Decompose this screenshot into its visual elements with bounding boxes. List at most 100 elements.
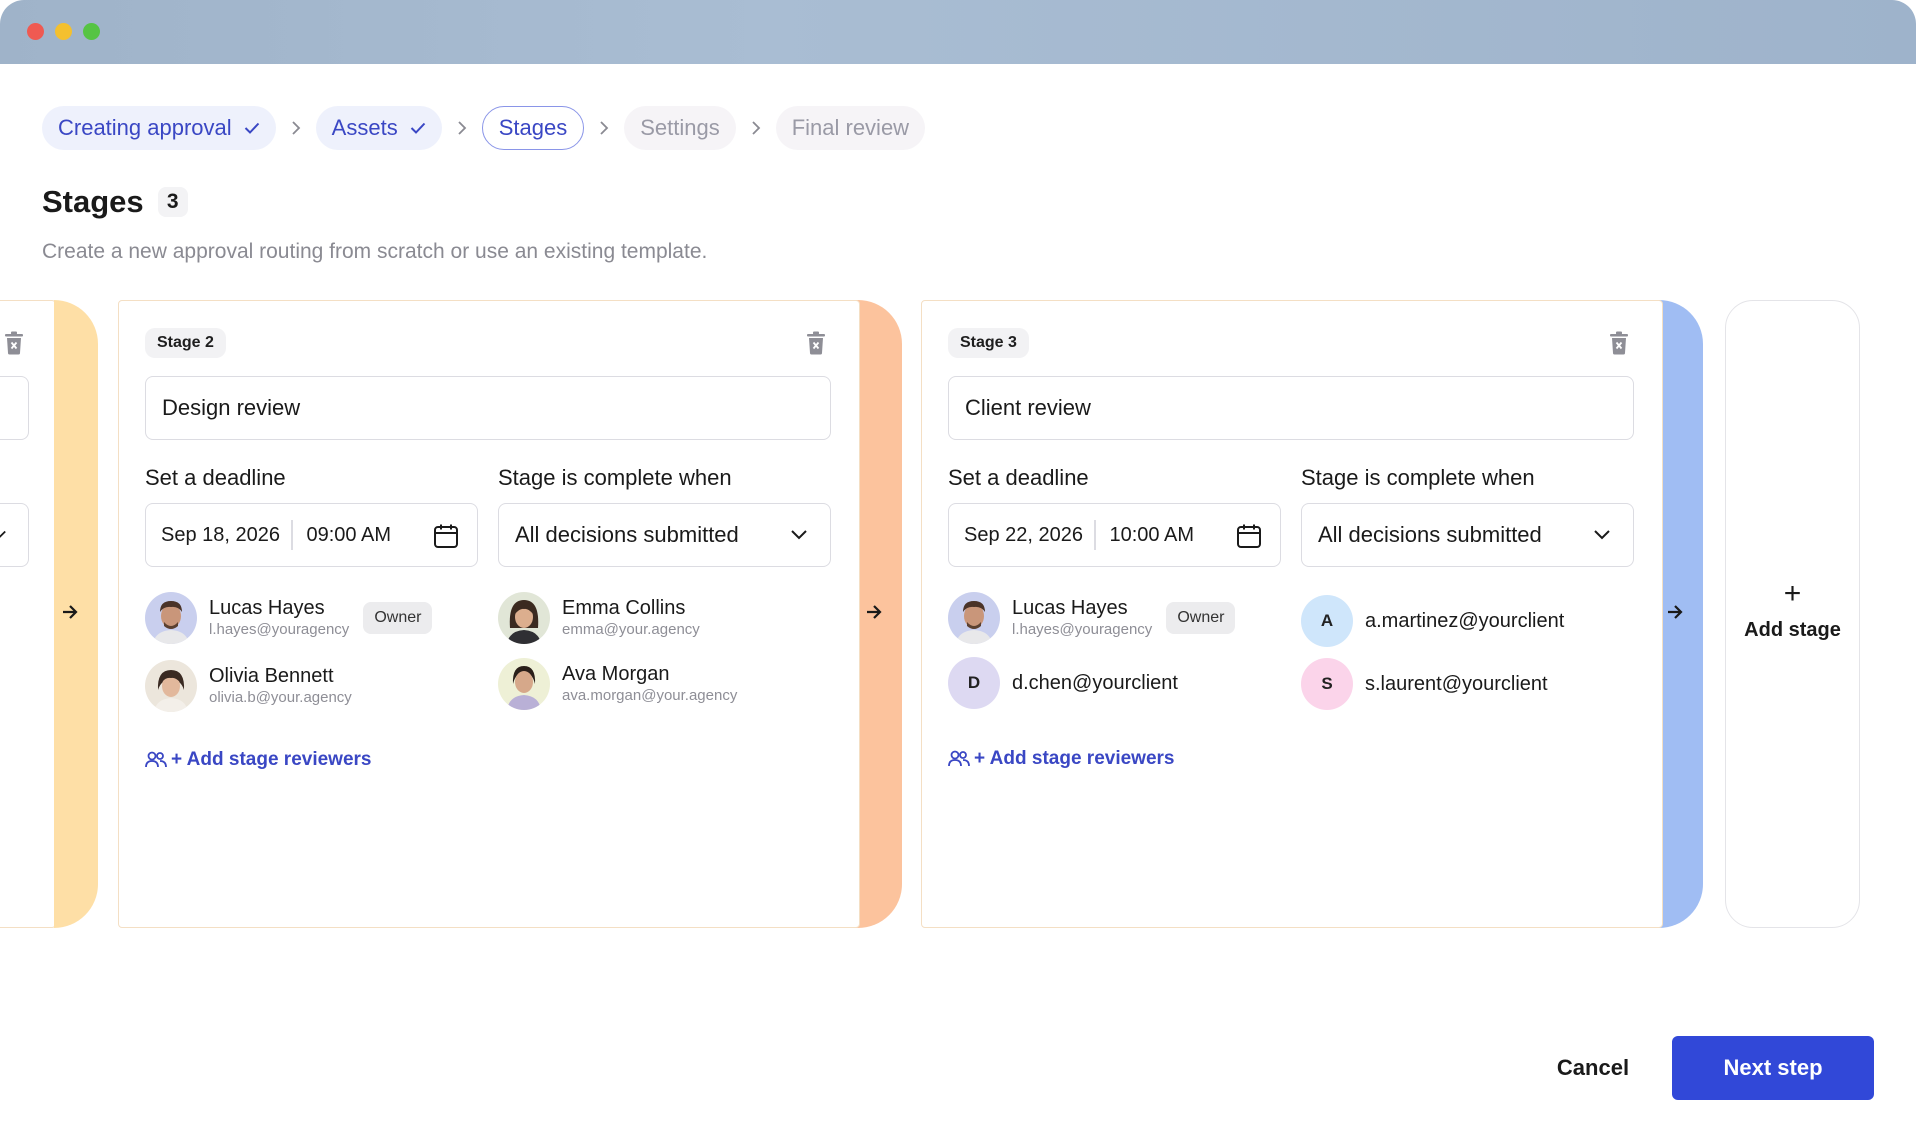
chevron-down-icon bbox=[1594, 530, 1610, 540]
users-icon bbox=[948, 750, 970, 767]
breadcrumb-step-label: Final review bbox=[791, 115, 910, 140]
trash-icon[interactable] bbox=[3, 331, 25, 355]
add-stage-reviewers-label: + Add stage reviewers bbox=[974, 748, 1175, 769]
reviewer-item[interactable]: Lucas Hayes l.hayes@youragency Owner bbox=[145, 592, 433, 644]
avatar bbox=[498, 658, 550, 710]
chevron-down-icon bbox=[791, 530, 807, 540]
breadcrumb-step-final-review[interactable]: Final review bbox=[775, 106, 926, 150]
reviewer-info: Emma Collins emma@your.agency bbox=[562, 596, 700, 640]
add-stage-button[interactable]: + Add stage bbox=[1725, 300, 1860, 928]
stage-name-input[interactable]: Client review bbox=[948, 376, 1634, 440]
reviewer-item[interactable]: D d.chen@yourclient bbox=[948, 657, 1178, 709]
stage-card-body bbox=[0, 300, 56, 928]
breadcrumb-step-creating-approval[interactable]: Creating approval bbox=[42, 106, 276, 150]
reviewer-info: Olivia Bennett olivia.b@your.agency bbox=[209, 664, 352, 708]
owner-badge: Owner bbox=[363, 602, 433, 634]
chevron-right-icon bbox=[598, 121, 610, 135]
reviewer-info: Lucas Hayes l.hayes@youragency bbox=[209, 596, 349, 640]
reviewer-name: Emma Collins bbox=[562, 597, 686, 619]
reviewer-item[interactable]: S s.laurent@yourclient bbox=[1301, 658, 1548, 710]
reviewer-email: ava.morgan@your.agency bbox=[562, 687, 738, 704]
complete-when-value: All decisions submitted bbox=[1318, 522, 1542, 547]
complete-when-label: Stage is complete when bbox=[498, 465, 732, 490]
reviewer-email: emma@your.agency bbox=[562, 621, 700, 638]
deadline-label: Set a deadline bbox=[948, 465, 1089, 490]
trash-icon[interactable] bbox=[805, 331, 827, 355]
add-stage-reviewers-button[interactable]: + Add stage reviewers bbox=[948, 748, 1174, 770]
reviewer-email: a.martinez@yourclient bbox=[1365, 609, 1565, 632]
minimize-window-button[interactable] bbox=[55, 23, 72, 40]
cancel-button[interactable]: Cancel bbox=[1538, 1036, 1648, 1100]
users-icon bbox=[145, 751, 167, 768]
reviewer-info: Ava Morgan ava.morgan@your.agency bbox=[562, 662, 737, 706]
deadline-time: 10:00 AM bbox=[1109, 523, 1195, 546]
stage-card-2: Stage 2 Design review Set a deadline Sta… bbox=[118, 300, 902, 928]
breadcrumb-step-label: Stages bbox=[498, 115, 568, 140]
stage-card-3: Stage 3 Client review Set a deadline Sta… bbox=[921, 300, 1703, 928]
plus-icon: + bbox=[1783, 576, 1802, 610]
chevron-right-icon bbox=[750, 121, 762, 135]
calendar-icon[interactable] bbox=[1236, 523, 1262, 549]
reviewer-info: Lucas Hayes l.hayes@youragency bbox=[1012, 596, 1152, 640]
stage-card-body: Stage 2 Design review Set a deadline Sta… bbox=[118, 300, 860, 928]
select-input[interactable] bbox=[0, 503, 29, 567]
breadcrumb-step-label: Assets bbox=[331, 115, 398, 140]
deadline-label: Set a deadline bbox=[145, 465, 286, 490]
breadcrumb-step-assets[interactable]: Assets bbox=[315, 106, 442, 150]
maximize-window-button[interactable] bbox=[83, 23, 100, 40]
avatar bbox=[948, 592, 1000, 644]
add-stage-reviewers-button[interactable]: + Add stage reviewers bbox=[145, 749, 371, 771]
deadline-picker[interactable]: Sep 22, 2026 10:00 AM bbox=[948, 503, 1281, 567]
reviewer-item[interactable]: A a.martinez@yourclient bbox=[1301, 595, 1565, 647]
chevron-down-icon bbox=[0, 530, 6, 538]
reviewer-email: olivia.b@your.agency bbox=[209, 689, 352, 706]
reviewer-email: d.chen@yourclient bbox=[1012, 671, 1178, 694]
close-window-button[interactable] bbox=[27, 23, 44, 40]
add-stage-label: Add stage bbox=[1744, 618, 1841, 641]
add-stage-reviewers-label: + Add stage reviewers bbox=[171, 749, 372, 770]
stage-name-input[interactable] bbox=[0, 376, 29, 440]
page-subtitle: Create a new approval routing from scrat… bbox=[42, 240, 708, 263]
page-title: Stages bbox=[42, 184, 144, 219]
complete-when-value: All decisions submitted bbox=[515, 522, 739, 547]
reviewer-item[interactable]: Emma Collins emma@your.agency bbox=[498, 592, 700, 644]
avatar: D bbox=[948, 657, 1000, 709]
avatar bbox=[145, 660, 197, 712]
reviewer-email: s.laurent@yourclient bbox=[1365, 672, 1548, 695]
arrow-right-icon bbox=[1668, 605, 1683, 619]
complete-when-select[interactable]: All decisions submitted bbox=[1301, 503, 1634, 567]
stage-card-body: Stage 3 Client review Set a deadline Sta… bbox=[921, 300, 1663, 928]
calendar-icon[interactable] bbox=[433, 523, 459, 549]
divider bbox=[1094, 520, 1096, 550]
checkmark-icon bbox=[410, 122, 426, 134]
reviewer-email: l.hayes@youragency bbox=[209, 621, 350, 638]
window-titlebar bbox=[0, 0, 1916, 64]
deadline-date: Sep 22, 2026 bbox=[964, 523, 1083, 546]
complete-when-select[interactable]: All decisions submitted bbox=[498, 503, 831, 567]
stage-name-input[interactable]: Design review bbox=[145, 376, 831, 440]
owner-badge: Owner bbox=[1166, 602, 1236, 634]
avatar: A bbox=[1301, 595, 1353, 647]
reviewer-name: Ava Morgan bbox=[562, 663, 670, 685]
page-header: Stages 3 bbox=[42, 184, 188, 220]
reviewer-name: Olivia Bennett bbox=[209, 665, 334, 687]
chevron-right-icon bbox=[290, 121, 302, 135]
reviewer-item[interactable]: Olivia Bennett olivia.b@your.agency bbox=[145, 660, 352, 712]
trash-icon[interactable] bbox=[1608, 331, 1630, 355]
reviewer-item[interactable]: Ava Morgan ava.morgan@your.agency bbox=[498, 658, 737, 710]
reviewer-name: Lucas Hayes bbox=[209, 597, 325, 619]
breadcrumb-step-settings[interactable]: Settings bbox=[624, 106, 736, 150]
reviewer-item[interactable]: Lucas Hayes l.hayes@youragency Owner bbox=[948, 592, 1236, 644]
checkmark-icon bbox=[244, 122, 260, 134]
breadcrumb-step-label: Creating approval bbox=[58, 115, 232, 140]
deadline-picker[interactable]: Sep 18, 2026 09:00 AM bbox=[145, 503, 478, 567]
stage-count-badge: 3 bbox=[157, 187, 188, 217]
breadcrumb-step-stages[interactable]: Stages bbox=[481, 106, 585, 150]
breadcrumb: Creating approval Assets Stages Settings… bbox=[42, 106, 926, 150]
next-step-button[interactable]: Next step bbox=[1672, 1036, 1874, 1100]
stage-label: Stage 2 bbox=[145, 328, 226, 358]
avatar bbox=[498, 592, 550, 644]
reviewer-email: l.hayes@youragency bbox=[1012, 621, 1153, 638]
avatar: S bbox=[1301, 658, 1353, 710]
deadline-time: 09:00 AM bbox=[306, 523, 392, 546]
